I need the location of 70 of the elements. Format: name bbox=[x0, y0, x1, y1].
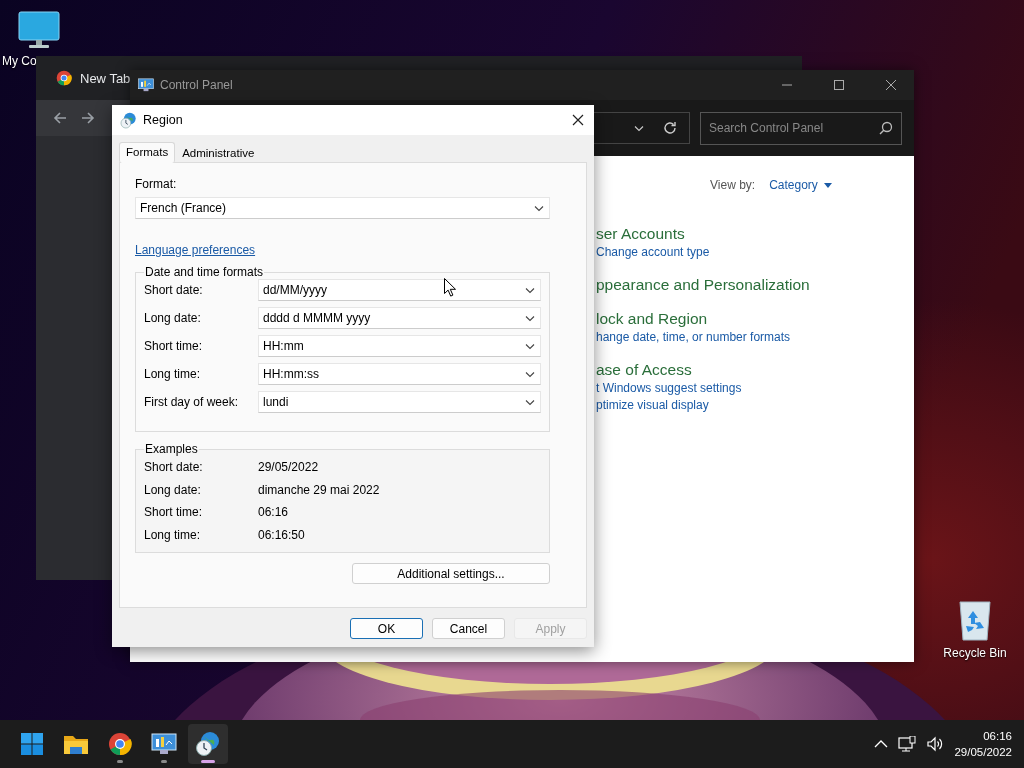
dialog-title: Region bbox=[143, 113, 183, 127]
dialog-button[interactable]: Cancel bbox=[432, 618, 505, 639]
running-indicator bbox=[117, 760, 123, 763]
close-icon[interactable] bbox=[886, 80, 896, 90]
dialog-button[interactable]: OK bbox=[350, 618, 423, 639]
example-value: 06:16 bbox=[258, 505, 290, 520]
additional-settings-button[interactable]: Additional settings... bbox=[352, 563, 550, 585]
recycle-bin-icon bbox=[956, 598, 994, 642]
windows-logo-icon[interactable] bbox=[20, 732, 44, 756]
example-label: Long time: bbox=[144, 528, 202, 543]
example-label: Short date: bbox=[144, 460, 204, 475]
taskbar-button[interactable] bbox=[188, 724, 228, 764]
running-indicator bbox=[161, 760, 167, 763]
category-heading[interactable]: lock and Region bbox=[596, 309, 914, 329]
category-heading[interactable]: ser Accounts bbox=[596, 224, 914, 244]
globe-clock-icon[interactable] bbox=[195, 731, 221, 757]
field-label: Format: bbox=[135, 177, 178, 191]
group-title: Examples bbox=[145, 442, 198, 456]
close-icon[interactable] bbox=[572, 114, 584, 126]
group-title: Date and time formats bbox=[145, 265, 264, 279]
clock-date[interactable]: 29/05/2022 bbox=[954, 744, 1012, 760]
refresh-icon[interactable] bbox=[663, 121, 677, 135]
category-heading[interactable]: ppearance and Personalization bbox=[596, 275, 914, 295]
monitor-chart-icon[interactable] bbox=[138, 78, 154, 92]
example-label: Short time: bbox=[144, 505, 204, 520]
category-link[interactable]: ptimize visual display bbox=[596, 397, 914, 414]
chrome-icon[interactable] bbox=[108, 732, 132, 756]
monitor-chart-icon[interactable] bbox=[151, 733, 177, 755]
field-label: Short time: bbox=[144, 339, 204, 353]
clock-time[interactable]: 06:16 bbox=[983, 728, 1012, 744]
language-preferences-link[interactable]: Language preferences bbox=[135, 243, 256, 257]
category-link[interactable]: hange date, time, or number formats bbox=[596, 329, 914, 346]
maximize-icon[interactable] bbox=[834, 80, 844, 90]
category-link[interactable]: t Windows suggest settings bbox=[596, 380, 914, 397]
cursor-icon bbox=[444, 278, 456, 297]
search-field[interactable]: Search Control Panel bbox=[700, 111, 902, 145]
view-by-label: View by: bbox=[710, 178, 756, 192]
network-monitor-icon[interactable] bbox=[898, 736, 917, 752]
running-indicator bbox=[201, 760, 215, 763]
caret-down-icon bbox=[823, 182, 832, 188]
tab[interactable]: Formats bbox=[119, 142, 176, 163]
window-title: Control Panel bbox=[160, 78, 233, 92]
example-value: 06:16:50 bbox=[258, 528, 306, 543]
category-link[interactable]: Change account type bbox=[596, 244, 914, 261]
format-dropdown[interactable]: HH:mm:ss bbox=[258, 363, 541, 385]
view-by-dropdown[interactable]: Category bbox=[769, 178, 832, 192]
format-dropdown[interactable]: lundi bbox=[258, 391, 541, 413]
example-value: dimanche 29 mai 2022 bbox=[258, 482, 381, 497]
search-icon bbox=[879, 121, 893, 135]
monitor-icon bbox=[17, 10, 61, 50]
field-label: First day of week: bbox=[144, 395, 240, 409]
format-dropdown[interactable]: HH:mm bbox=[258, 335, 541, 357]
category-heading[interactable]: ase of Access bbox=[596, 360, 914, 380]
folder-icon[interactable] bbox=[63, 733, 89, 755]
chrome-icon[interactable] bbox=[56, 70, 72, 86]
field-label: Long time: bbox=[144, 367, 202, 381]
back-arrow-icon[interactable] bbox=[52, 110, 68, 126]
example-label: Long date: bbox=[144, 482, 202, 497]
field-label: Short date: bbox=[144, 283, 204, 297]
forward-arrow-icon[interactable] bbox=[80, 110, 96, 126]
format-dropdown[interactable]: French (France) bbox=[135, 197, 550, 219]
format-dropdown[interactable]: dddd d MMMM yyyy bbox=[258, 307, 541, 329]
placeholder-text: Search Control Panel bbox=[709, 121, 824, 135]
field-label: Long date: bbox=[144, 311, 202, 325]
example-value: 29/05/2022 bbox=[258, 460, 320, 475]
browser-tab[interactable]: New Tab bbox=[80, 70, 131, 86]
icon-label[interactable]: My Co bbox=[2, 54, 37, 68]
format-dropdown[interactable]: dd/MM/yyyy bbox=[258, 279, 541, 301]
speaker-icon[interactable] bbox=[926, 736, 945, 752]
icon-label[interactable]: Recycle Bin bbox=[943, 646, 1007, 660]
